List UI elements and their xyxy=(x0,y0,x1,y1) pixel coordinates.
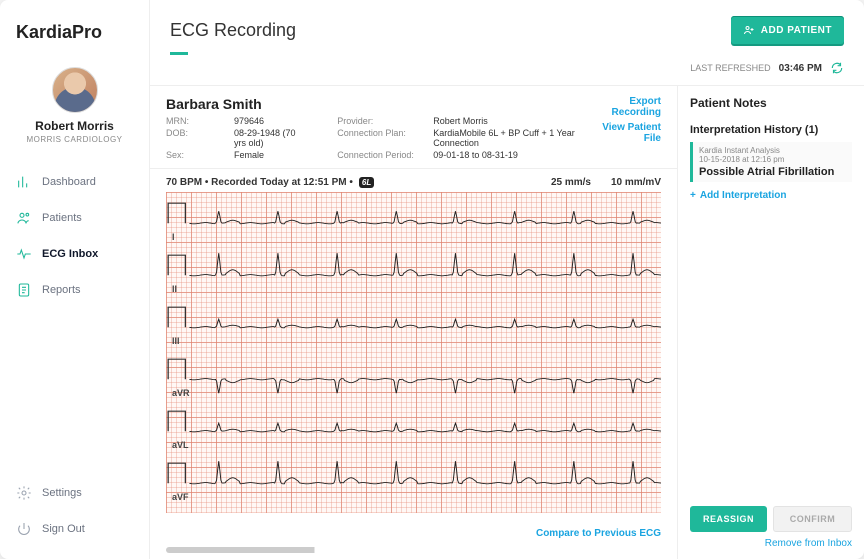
sidebar-item-signout[interactable]: Sign Out xyxy=(0,511,149,547)
sex-key: Sex: xyxy=(166,150,228,160)
interpretation-card[interactable]: Kardia Instant Analysis 10-15-2018 at 12… xyxy=(690,142,852,182)
ecg-lead-aVF: aVF xyxy=(166,452,661,504)
power-icon xyxy=(16,521,32,537)
avatar[interactable] xyxy=(52,67,98,113)
lead-label-aVR: aVR xyxy=(172,388,190,398)
ecg-wrap: I II III aVR aVL aVF xyxy=(150,192,677,519)
period-key: Connection Period: xyxy=(337,150,427,160)
user-card: Robert Morris MORRIS CARDIOLOGY xyxy=(0,59,149,158)
lead-label-aVL: aVL xyxy=(172,440,189,450)
add-interpretation-label: Add Interpretation xyxy=(700,190,787,201)
sidebar-item-reports[interactable]: Reports xyxy=(0,272,149,308)
bar-chart-icon xyxy=(16,174,32,190)
sidebar-item-patients[interactable]: Patients xyxy=(0,200,149,236)
sidebar-item-label: Sign Out xyxy=(42,523,85,535)
content-row: Barbara Smith MRN: 979646 DOB: 08-29-1948 … xyxy=(150,85,864,559)
interpretation-text: Possible Atrial Fibrillation xyxy=(699,166,846,178)
ecg-lead-aVR: aVR xyxy=(166,348,661,400)
sidebar-item-ecg-inbox[interactable]: ECG Inbox xyxy=(0,236,149,272)
sidebar-nav: Dashboard Patients ECG Inbox Reports xyxy=(0,158,149,475)
page-title: ECG Recording xyxy=(170,20,296,41)
plan-key: Connection Plan: xyxy=(337,128,427,148)
interpretation-history-title: Interpretation History (1) xyxy=(690,124,852,136)
interpretation-source: Kardia Instant Analysis xyxy=(699,146,846,155)
right-panel: Patient Notes Interpretation History (1)… xyxy=(678,86,864,559)
patient-name: Barbara Smith xyxy=(166,96,587,112)
top-actions: ADD PATIENT xyxy=(731,16,844,44)
plan-value: KardiaMobile 6L + BP Cuff + 1 Year Conne… xyxy=(433,128,587,148)
ecg-lead-I: I xyxy=(166,192,661,244)
gear-icon xyxy=(16,485,32,501)
sidebar-item-label: Settings xyxy=(42,487,82,499)
provider-key: Provider: xyxy=(337,116,427,126)
page-title-wrap: ECG Recording xyxy=(170,20,296,41)
user-name: Robert Morris xyxy=(10,119,139,133)
users-icon xyxy=(16,210,32,226)
app-window: KardiaPro Robert Morris MORRIS CARDIOLOG… xyxy=(0,0,864,559)
sidebar-bottom: Settings Sign Out xyxy=(0,475,149,559)
device-badge: 6L xyxy=(359,177,374,188)
ecg-icon xyxy=(16,246,32,262)
patient-notes-title: Patient Notes xyxy=(690,96,852,110)
sidebar-item-label: Dashboard xyxy=(42,176,96,188)
recording-gain: 10 mm/mV xyxy=(611,177,661,188)
horizontal-scrollbar[interactable] xyxy=(166,547,661,553)
ecg-lead-III: III xyxy=(166,296,661,348)
ecg-lead-aVL: aVL xyxy=(166,400,661,452)
ecg-panel: Barbara Smith MRN: 979646 DOB: 08-29-1948 … xyxy=(150,86,678,559)
dob-key: DOB: xyxy=(166,128,228,148)
interpretation-time: 10-15-2018 at 12:16 pm xyxy=(699,155,846,164)
add-interpretation-button[interactable]: + Add Interpretation xyxy=(690,190,852,201)
last-refreshed-label: LAST REFRESHED xyxy=(690,63,770,73)
recording-speed: 25 mm/s xyxy=(551,177,591,188)
ecg-grid[interactable]: I II III aVR aVL aVF xyxy=(166,192,661,513)
dob-value: 08-29-1948 (70 yrs old) xyxy=(234,128,307,148)
mrn-key: MRN: xyxy=(166,116,228,126)
sidebar-item-label: ECG Inbox xyxy=(42,248,98,260)
lead-label-II: II xyxy=(172,284,177,294)
refresh-icon[interactable] xyxy=(830,61,844,75)
provider-value: Robert Morris xyxy=(433,116,488,126)
add-patient-label: ADD PATIENT xyxy=(761,25,832,36)
lead-label-I: I xyxy=(172,232,175,242)
recording-bar: 70 BPM • Recorded Today at 12:51 PM • 6L… xyxy=(150,169,677,192)
user-plus-icon xyxy=(743,24,755,36)
sidebar-item-settings[interactable]: Settings xyxy=(0,475,149,511)
reassign-button[interactable]: REASSIGN xyxy=(690,506,767,532)
confirm-button: CONFIRM xyxy=(773,506,852,532)
plus-icon: + xyxy=(690,190,696,201)
patient-header: Barbara Smith MRN: 979646 DOB: 08-29-1948 … xyxy=(150,86,677,169)
sidebar-item-label: Patients xyxy=(42,212,82,224)
mrn-value: 979646 xyxy=(234,116,264,126)
compare-previous-ecg-link[interactable]: Compare to Previous ECG xyxy=(536,528,661,539)
reports-icon xyxy=(16,282,32,298)
sex-value: Female xyxy=(234,150,264,160)
ecg-lead-II: II xyxy=(166,244,661,296)
refresh-row: LAST REFRESHED 03:46 PM xyxy=(150,55,864,85)
main-area: ECG Recording ADD PATIENT LAST REFRESHED… xyxy=(150,0,864,559)
sidebar-item-dashboard[interactable]: Dashboard xyxy=(0,164,149,200)
sidebar-item-label: Reports xyxy=(42,284,81,296)
topbar: ECG Recording ADD PATIENT xyxy=(150,0,864,48)
export-recording-link[interactable]: Export Recording xyxy=(587,96,661,118)
sidebar: KardiaPro Robert Morris MORRIS CARDIOLOG… xyxy=(0,0,150,559)
add-patient-button[interactable]: ADD PATIENT xyxy=(731,16,844,44)
view-patient-file-link[interactable]: View Patient File xyxy=(587,122,661,144)
lead-label-aVF: aVF xyxy=(172,492,189,502)
app-logo: KardiaPro xyxy=(0,0,149,59)
recording-summary: 70 BPM • Recorded Today at 12:51 PM • xyxy=(166,177,353,188)
lead-label-III: III xyxy=(172,336,180,346)
user-practice: MORRIS CARDIOLOGY xyxy=(10,135,139,144)
remove-from-inbox-link[interactable]: Remove from Inbox xyxy=(690,538,852,549)
last-refreshed-time: 03:46 PM xyxy=(779,63,822,74)
period-value: 09-01-18 to 08-31-19 xyxy=(433,150,518,160)
